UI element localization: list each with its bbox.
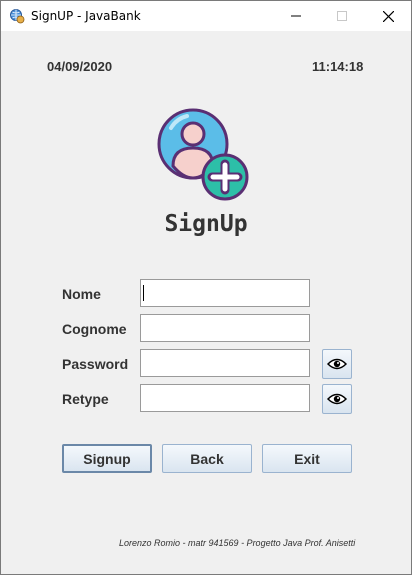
signup-button[interactable]: Signup xyxy=(62,444,152,473)
exit-button[interactable]: Exit xyxy=(262,444,352,473)
eye-icon xyxy=(327,393,347,405)
signup-window: SignUP - JavaBank 04/09/2020 11:14:18 Si… xyxy=(0,0,412,575)
nome-input[interactable] xyxy=(140,279,310,307)
back-button[interactable]: Back xyxy=(162,444,252,473)
eye-icon xyxy=(327,358,347,370)
credits-text: Lorenzo Romio - matr 941569 - Progetto J… xyxy=(119,538,356,548)
page-title: SignUp xyxy=(164,211,248,237)
title-bar[interactable]: SignUP - JavaBank xyxy=(1,1,411,31)
password-input[interactable] xyxy=(140,349,310,377)
maximize-button[interactable] xyxy=(319,1,365,31)
maximize-icon xyxy=(337,11,347,21)
current-date: 04/09/2020 xyxy=(47,59,113,74)
cognome-input[interactable] xyxy=(140,314,310,342)
text-caret xyxy=(143,285,144,301)
close-icon xyxy=(382,10,394,22)
current-time: 11:14:18 xyxy=(312,59,364,74)
minimize-icon xyxy=(291,15,301,17)
retype-label: Retype xyxy=(62,391,109,407)
retype-input[interactable] xyxy=(140,384,310,412)
bank-globe-icon xyxy=(10,9,25,24)
add-user-icon xyxy=(157,108,249,201)
show-password-button[interactable] xyxy=(322,349,352,379)
close-button[interactable] xyxy=(365,1,411,31)
nome-label: Nome xyxy=(62,286,101,302)
window-title: SignUP - JavaBank xyxy=(31,9,141,23)
minimize-button[interactable] xyxy=(273,1,319,31)
password-label: Password xyxy=(62,356,129,372)
show-retype-button[interactable] xyxy=(322,384,352,414)
cognome-label: Cognome xyxy=(62,321,127,337)
